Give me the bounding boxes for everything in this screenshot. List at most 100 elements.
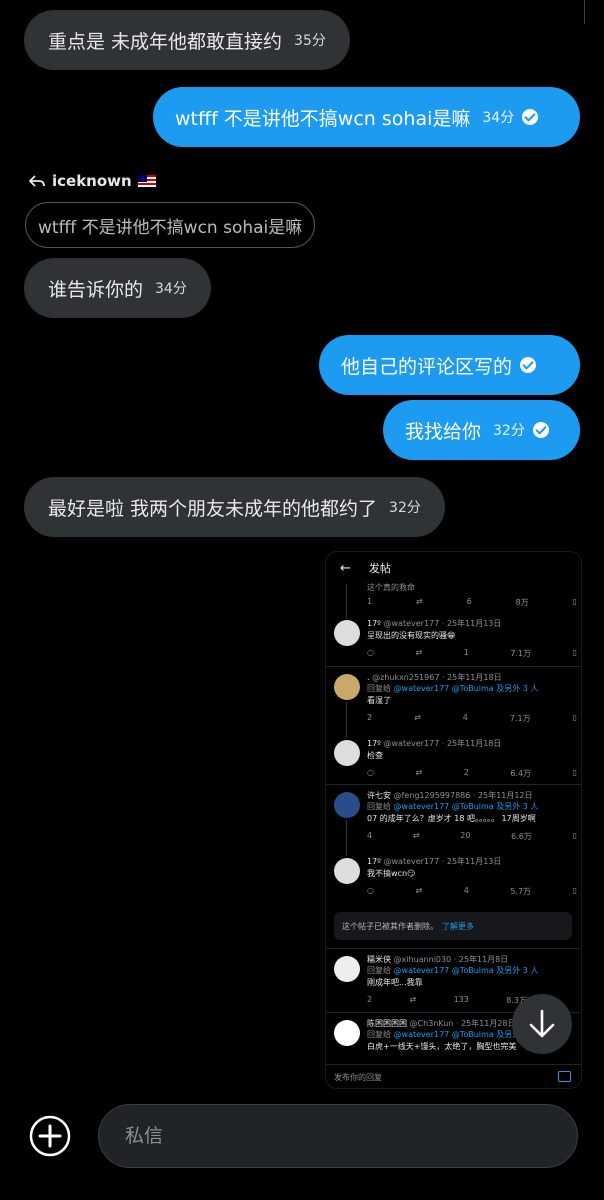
divider — [326, 666, 581, 667]
author-handle: @feng1295997886 · 25年11月12日 — [393, 791, 533, 800]
avatar — [334, 740, 360, 766]
post-text: 呈现出的没有现实的骚😁 — [367, 631, 456, 640]
post-actions: 2 ⇄ 133 8.3万 — [367, 995, 527, 1006]
replying-to: 回复给 @watever177 @ToBulma 及另外 — [367, 1029, 520, 1040]
post-author: 许七安 @feng1295997886 · 25年11月12日 — [367, 790, 533, 801]
reply-count: 4 — [367, 831, 373, 840]
reply-reference: iceknown — [28, 172, 156, 190]
post-text: 我不搞wcn😏 — [367, 869, 416, 878]
author-handle: @watever177 · 25年11月18日 — [383, 739, 502, 748]
retweet-icon: ⇄ — [415, 648, 423, 657]
message-input-container[interactable] — [98, 1104, 578, 1168]
message-time: 35分 — [294, 33, 326, 49]
add-media-button[interactable] — [29, 1115, 71, 1157]
reply-count: 2 — [367, 995, 373, 1004]
reply-icon: ○ — [367, 648, 374, 657]
read-check-icon — [522, 109, 539, 125]
thread-line — [346, 702, 347, 738]
author-name: 许七安 — [367, 791, 391, 800]
message-time: 34分 — [482, 110, 515, 126]
author-name: . — [367, 673, 370, 682]
deleted-notice: 这个帖子已被其作者删除。 了解更多 — [334, 912, 572, 940]
replying-to: 回复给 @watever177 @ToBulma 及另外 3 人 — [367, 965, 538, 976]
replying-users: @watever177 @ToBulma 及另外 3 人 — [393, 684, 539, 693]
author-handle: @Ch3nKun · 25年11月28日 — [409, 1019, 516, 1028]
replying-to: 回复给 @watever177 @ToBulma 及另外 3 人 — [367, 683, 538, 694]
post-text: 检查 — [367, 751, 383, 760]
view-count: 8万 — [515, 598, 529, 607]
avatar — [334, 620, 360, 646]
replying-users: @watever177 @ToBulma 及另外 3 人 — [393, 802, 539, 811]
view-count: 7.1万 — [509, 714, 531, 723]
avatar — [334, 1020, 360, 1046]
post-actions: 1 ⇄ 6 8万 ▯ — [367, 597, 577, 608]
author-name: 陈困困困困 — [367, 1019, 407, 1028]
scroll-to-bottom-button[interactable] — [512, 994, 572, 1054]
post-author: . @zhukxn251967 · 25年11月18日 — [367, 672, 502, 683]
bookmark-icon: ▯ — [572, 831, 577, 840]
post-actions: 2 ⇄ 4 7.1万 ▯ — [367, 713, 577, 724]
post-author: 17º @watever177 · 25年11月13日 — [367, 856, 501, 867]
message-text: 我找给你 — [405, 420, 482, 443]
reply-icon: ○ — [367, 768, 374, 777]
post-actions: ○ ⇄ 2 6.4万 ▯ — [367, 768, 577, 779]
replying-to: 回复给 @watever177 @ToBulma 及另外 3 人 — [367, 801, 538, 812]
read-check-icon — [520, 357, 537, 373]
post-text: 看湿了 — [367, 696, 391, 705]
divider — [326, 784, 581, 785]
reply-user: iceknown — [52, 172, 132, 190]
message-outgoing[interactable]: 我找给你 32分 — [383, 400, 580, 460]
quoted-message[interactable]: wtfff 不是讲他不搞wcn sohai是嘛 — [25, 202, 316, 248]
retweet-icon: ⇄ — [412, 831, 420, 840]
like-count: 2 — [463, 768, 469, 777]
learn-more-link[interactable]: 了解更多 — [442, 921, 474, 932]
message-outgoing[interactable]: 他自己的评论区写的 — [319, 335, 580, 395]
avatar — [334, 858, 360, 884]
author-handle: @watever177 · 25年11月13日 — [383, 857, 502, 866]
replying-users: @watever177 @ToBulma 及另外 3 人 — [393, 966, 539, 975]
post-author: 糯米侠 @xihuanni030 · 25年11月8日 — [367, 954, 508, 965]
post-actions: 4 ⇄ 20 6.6万 ▯ — [367, 831, 577, 842]
deleted-text: 这个帖子已被其作者删除。 — [342, 921, 438, 931]
author-name: 17º — [367, 857, 381, 866]
message-time: 32分 — [493, 423, 525, 439]
message-text: 重点是 未成年他都敢直接约 — [48, 30, 283, 53]
like-count: 1 — [463, 648, 469, 657]
avatar — [334, 674, 360, 700]
replying-label: 回复给 — [367, 966, 391, 975]
message-incoming[interactable]: 谁告诉你的 34分 — [24, 258, 211, 318]
like-count: 20 — [460, 831, 471, 840]
post-author: 17º @watever177 · 25年11月18日 — [367, 738, 501, 749]
read-check-icon — [532, 422, 549, 438]
author-name: 17º — [367, 739, 381, 748]
message-incoming[interactable]: 最好是啦 我两个朋友未成年的他都约了 32分 — [24, 477, 445, 537]
replying-users: @watever177 @ToBulma 及另外 — [393, 1030, 521, 1039]
message-time: 32分 — [389, 500, 421, 516]
like-count: 4 — [462, 713, 468, 722]
reply-composer[interactable]: 发布你的回复 — [326, 1064, 581, 1088]
like-count: 133 — [453, 995, 469, 1004]
replying-label: 回复给 — [367, 684, 391, 693]
bookmark-icon: ▯ — [572, 597, 577, 606]
malaysia-flag-icon — [137, 175, 156, 187]
top-divider — [584, 0, 585, 24]
author-handle: @xihuanni030 · 25年11月8日 — [393, 955, 509, 964]
screenshot-header: ← 发帖 — [326, 552, 581, 584]
message-outgoing[interactable]: wtfff 不是讲他不搞wcn sohai是嘛 34分 — [153, 87, 580, 147]
message-text: 最好是啦 我两个朋友未成年的他都约了 — [48, 497, 378, 520]
message-incoming[interactable]: 重点是 未成年他都敢直接约 35分 — [24, 10, 350, 70]
replying-label: 回复给 — [367, 1030, 391, 1039]
bookmark-icon: ▯ — [572, 648, 577, 657]
message-text: 谁告诉你的 — [48, 278, 144, 301]
message-input[interactable] — [123, 1124, 527, 1148]
author-handle: @watever177 · 25年11月13日 — [383, 619, 502, 628]
view-count: 6.6万 — [511, 832, 532, 841]
like-count: 6 — [466, 597, 472, 606]
reply-count: 1 — [367, 597, 373, 606]
screenshot-title: 发帖 — [368, 562, 391, 575]
avatar — [334, 792, 360, 818]
bookmark-icon: ▯ — [572, 713, 577, 722]
divider — [326, 948, 581, 949]
post-actions: ○ ⇄ 4 5.7万 ▯ — [367, 886, 577, 897]
post-actions: ○ ⇄ 1 7.1万 ▯ — [367, 648, 577, 659]
